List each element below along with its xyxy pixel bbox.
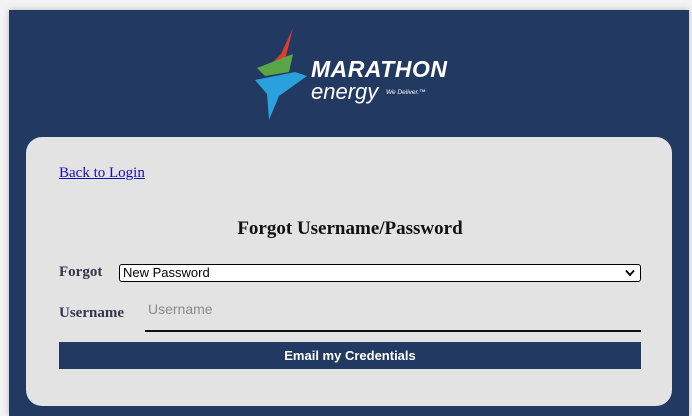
- username-input[interactable]: [145, 298, 641, 332]
- logo-wordmark-energy: energy: [311, 79, 379, 104]
- logo-tagline: We Deliver.™: [386, 89, 426, 96]
- logo-wordmark-marathon: MARATHON: [311, 56, 448, 82]
- username-label: Username: [59, 305, 124, 321]
- forgot-select[interactable]: New Password: [119, 264, 641, 282]
- email-credentials-button[interactable]: Email my Credentials: [59, 342, 641, 369]
- marathon-energy-logo: MARATHON energy We Deliver.™: [249, 24, 479, 124]
- forgot-label: Forgot: [59, 264, 103, 280]
- page-title: Forgot Username/Password: [237, 218, 463, 239]
- marathon-flame-icon: [255, 28, 307, 120]
- forgot-select-value: New Password: [123, 265, 210, 280]
- back-to-login-link[interactable]: Back to Login: [59, 165, 145, 182]
- chevron-down-icon: [625, 269, 635, 277]
